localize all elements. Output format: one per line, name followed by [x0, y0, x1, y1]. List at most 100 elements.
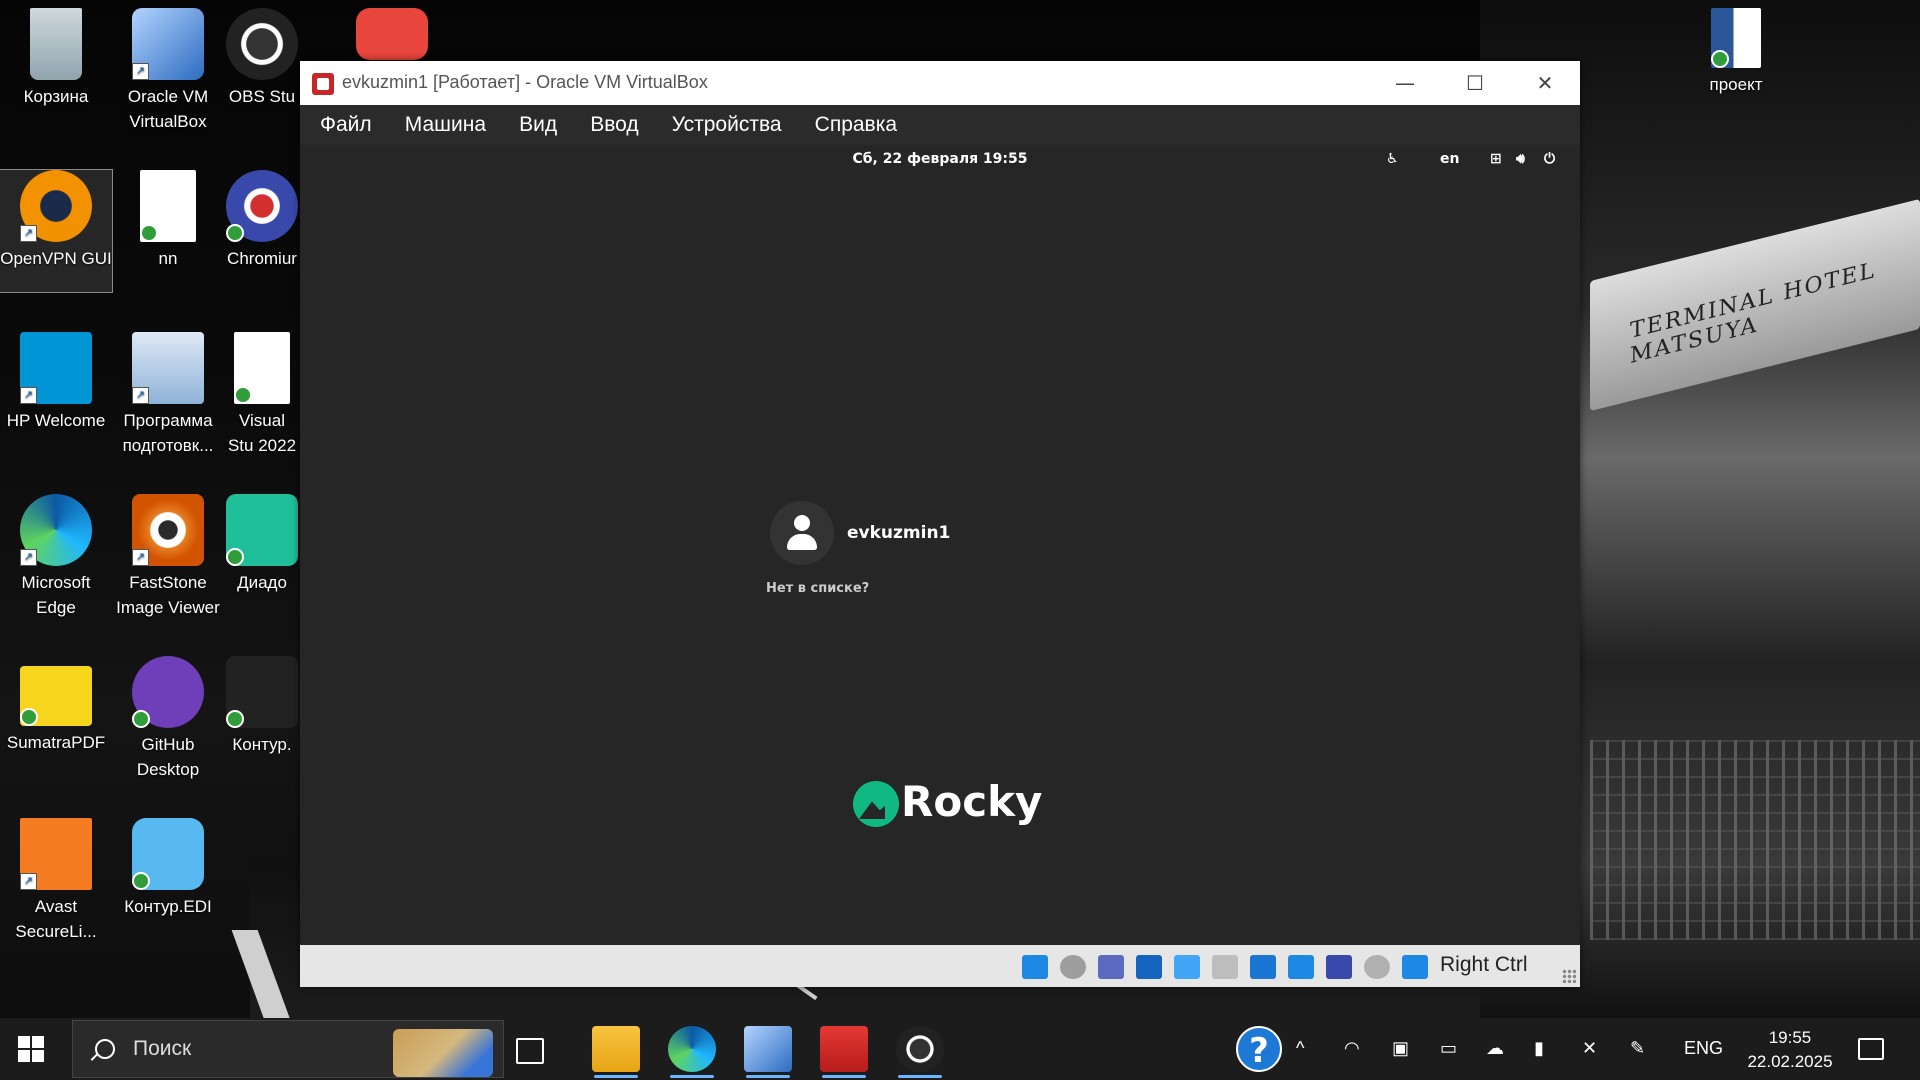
desktop-icon-label: Программа подготовк...	[122, 411, 214, 455]
desktop-icon-label: Microsoft Edge	[21, 573, 91, 617]
sync-check-icon	[1711, 50, 1729, 68]
search-highlight-art	[393, 1029, 493, 1077]
keyboard-capture-icon[interactable]	[1402, 955, 1428, 979]
menu-input[interactable]: Ввод	[590, 105, 638, 145]
close-button[interactable]: ✕	[1510, 61, 1580, 105]
shortcut-arrow-icon: ↗	[20, 873, 37, 890]
notifications-icon[interactable]	[1858, 1038, 1884, 1060]
desktop-icon-label: Диадо	[237, 573, 287, 592]
battery-icon[interactable]: ▭	[1440, 1038, 1457, 1059]
desktop-icon-label: nn	[158, 249, 178, 268]
desktop-icon-partial[interactable]	[356, 8, 428, 64]
pen-icon[interactable]: ✎	[1630, 1038, 1645, 1059]
taskbar-edge-icon[interactable]	[668, 1026, 716, 1078]
window-titlebar[interactable]: evkuzmin1 [Работает] - Oracle VM Virtual…	[300, 61, 1580, 105]
desktop-icon-label: OpenVPN GUI	[0, 249, 112, 268]
network-adapter-icon[interactable]	[1136, 955, 1162, 979]
guest-keyboard-layout[interactable]: en	[1440, 151, 1459, 167]
not-listed-link[interactable]: Нет в списке?	[766, 581, 869, 596]
menu-devices[interactable]: Устройства	[672, 105, 782, 145]
desktop-icon-sumatrapdf[interactable]: SumatraPDF	[0, 656, 112, 755]
optical-drive-icon[interactable]	[1060, 955, 1086, 979]
virtualbox-icon: ↗	[132, 8, 204, 80]
taskbar-virtualbox-icon[interactable]	[744, 1026, 792, 1078]
power-icon[interactable]: ⏻	[1544, 151, 1555, 167]
desktop-icon-label: проект	[1709, 75, 1763, 94]
taskbar-vm-icon[interactable]	[820, 1026, 868, 1078]
input-language[interactable]: ENG	[1684, 1038, 1723, 1059]
resize-grip-icon[interactable]	[1562, 969, 1576, 983]
hp-icon: ↗	[20, 332, 92, 404]
chromium-icon	[226, 170, 298, 242]
desktop-icon-label: OBS Stu	[228, 87, 296, 106]
desktop-icon-nn[interactable]: nn	[112, 170, 224, 271]
active-indicator	[670, 1075, 714, 1078]
desktop-icon-label: Контур.EDI	[124, 897, 212, 916]
desktop-icon-proekt[interactable]: проект	[1680, 8, 1792, 97]
maximize-button[interactable]: ☐	[1440, 61, 1510, 105]
desktop-icon-kontur-edi[interactable]: Контур.EDI	[112, 818, 224, 919]
hard-disk-icon[interactable]	[1022, 955, 1048, 979]
guest-screen[interactable]: Сб, 22 февраля 19:55 ♿ en ⊞ 🔊︎ ⏻ evkuzmi…	[300, 145, 1580, 945]
microphone-icon[interactable]: ▮	[1534, 1038, 1544, 1059]
taskbar-obs-icon[interactable]	[896, 1026, 944, 1078]
sync-check-icon	[226, 548, 244, 566]
desktop-icon-obs[interactable]: OBS Stu	[224, 8, 300, 109]
virtualbox-window[interactable]: evkuzmin1 [Работает] - Oracle VM Virtual…	[300, 61, 1580, 987]
volume-icon[interactable]: 🔊︎	[1516, 151, 1525, 167]
meet-icon[interactable]: ▣	[1392, 1038, 1409, 1059]
active-indicator	[898, 1075, 942, 1078]
usb-icon[interactable]	[1174, 955, 1200, 979]
desktop-icon-recycle-bin[interactable]: Корзина	[0, 8, 112, 109]
volume-muted-icon[interactable]: ✕	[1582, 1038, 1597, 1059]
desktop-icon-github[interactable]: GitHub Desktop	[112, 656, 224, 782]
menubar: Файл Машина Вид Ввод Устройства Справка	[300, 105, 1580, 145]
recording-icon[interactable]	[1288, 955, 1314, 979]
cpu-icon[interactable]	[1326, 955, 1352, 979]
user-avatar[interactable]	[770, 501, 834, 565]
mouse-integration-icon[interactable]	[1364, 955, 1390, 979]
accessibility-icon[interactable]: ♿	[1386, 151, 1399, 167]
network-icon[interactable]: ⊞	[1490, 151, 1502, 167]
document-icon	[140, 170, 196, 242]
show-hidden-icons-chevron-icon[interactable]: ^	[1296, 1038, 1304, 1059]
help-icon[interactable]: ?	[1236, 1026, 1282, 1072]
desktop-icon-label: FastStone Image Viewer	[116, 573, 220, 617]
taskbar-clock[interactable]: 19:55 22.02.2025	[1740, 1026, 1840, 1074]
taskbar-explorer-icon[interactable]	[592, 1026, 640, 1078]
task-view-icon[interactable]	[516, 1038, 544, 1064]
obs-icon	[226, 8, 298, 80]
onedrive-cloud-icon[interactable]: ☁	[1486, 1038, 1504, 1059]
desktop-icon-visual-studio[interactable]: Visual Stu 2022	[224, 332, 300, 458]
audio-icon[interactable]	[1098, 955, 1124, 979]
active-indicator	[746, 1075, 790, 1078]
shared-folder-icon[interactable]	[1212, 955, 1238, 979]
avatar-head	[794, 515, 810, 531]
minimize-button[interactable]: —	[1370, 61, 1440, 105]
desktop-icon-virtualbox[interactable]: ↗ Oracle VM VirtualBox	[112, 8, 224, 134]
clock-time: 19:55	[1768, 1028, 1812, 1047]
guest-topbar: Сб, 22 февраля 19:55 ♿ en ⊞ 🔊︎ ⏻	[300, 145, 1580, 175]
menu-help[interactable]: Справка	[815, 105, 897, 145]
login-username[interactable]: evkuzmin1	[847, 523, 950, 543]
desktop-icon-kontur[interactable]: Контур.	[224, 656, 300, 757]
menu-view[interactable]: Вид	[519, 105, 557, 145]
menu-machine[interactable]: Машина	[405, 105, 486, 145]
desktop-icon-hp-welcome[interactable]: ↗ HP Welcome	[0, 332, 112, 433]
start-button[interactable]	[18, 1036, 44, 1062]
desktop-icon-diadoc[interactable]: Диадо	[224, 494, 300, 595]
window-title: evkuzmin1 [Работает] - Oracle VM Virtual…	[342, 72, 708, 92]
sync-check-icon	[20, 708, 38, 726]
desktop-icon-chromium[interactable]: Chromiur	[224, 170, 300, 271]
menu-file[interactable]: Файл	[320, 105, 372, 145]
taskbar-search[interactable]: Поиск	[72, 1020, 504, 1078]
wifi-icon[interactable]: ◠	[1344, 1038, 1360, 1059]
desktop-icon-openvpn[interactable]: ↗ OpenVPN GUI	[0, 169, 113, 293]
desktop-icon-program[interactable]: ↗ Программа подготовк...	[112, 332, 224, 458]
word-doc-icon	[1711, 8, 1761, 68]
desktop-icon-faststone[interactable]: ↗ FastStone Image Viewer	[112, 494, 224, 620]
desktop-icon-edge[interactable]: ↗ Microsoft Edge	[0, 494, 112, 620]
display-icon[interactable]	[1250, 955, 1276, 979]
desktop-icon-avast[interactable]: ↗ Avast SecureLi...	[0, 818, 112, 944]
shortcut-arrow-icon: ↗	[20, 549, 37, 566]
